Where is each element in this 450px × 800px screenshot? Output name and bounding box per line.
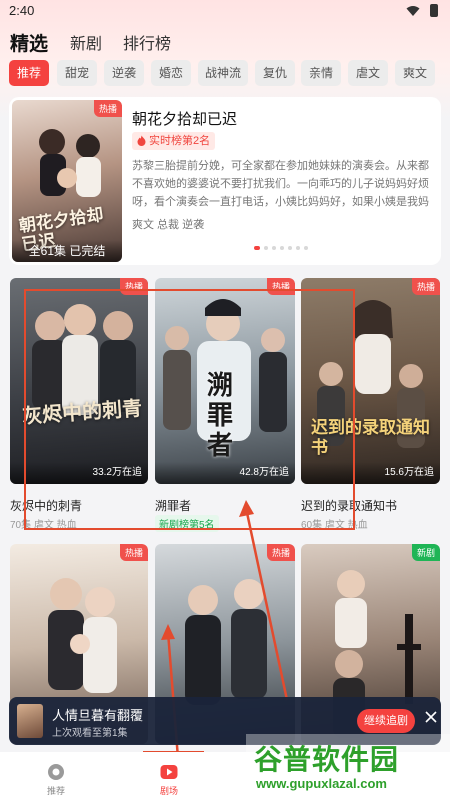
continue-thumbnail — [17, 704, 43, 738]
annotation-arrow-icon — [161, 500, 289, 759]
close-icon[interactable] — [425, 711, 437, 723]
theater-play-icon — [160, 765, 178, 779]
watermark: 谷普软件园 www.gupuxlazal.com — [246, 734, 450, 800]
nav-label-recommend: 推荐 — [46, 786, 65, 796]
continue-subtitle: 上次观看至第1集 — [52, 728, 128, 739]
recommend-icon — [48, 764, 64, 780]
watermark-url: www.gupuxlazal.com — [256, 776, 387, 791]
nav-item-theater[interactable]: 剧场 — [134, 752, 204, 800]
nav-item-recommend[interactable]: 推荐 — [21, 752, 91, 800]
continue-button[interactable]: 继续追剧 — [357, 709, 415, 733]
continue-title: 人情旦暮有翻覆 — [52, 708, 144, 723]
nav-label-theater: 剧场 — [159, 786, 178, 796]
watermark-title: 谷普软件园 — [254, 744, 400, 775]
